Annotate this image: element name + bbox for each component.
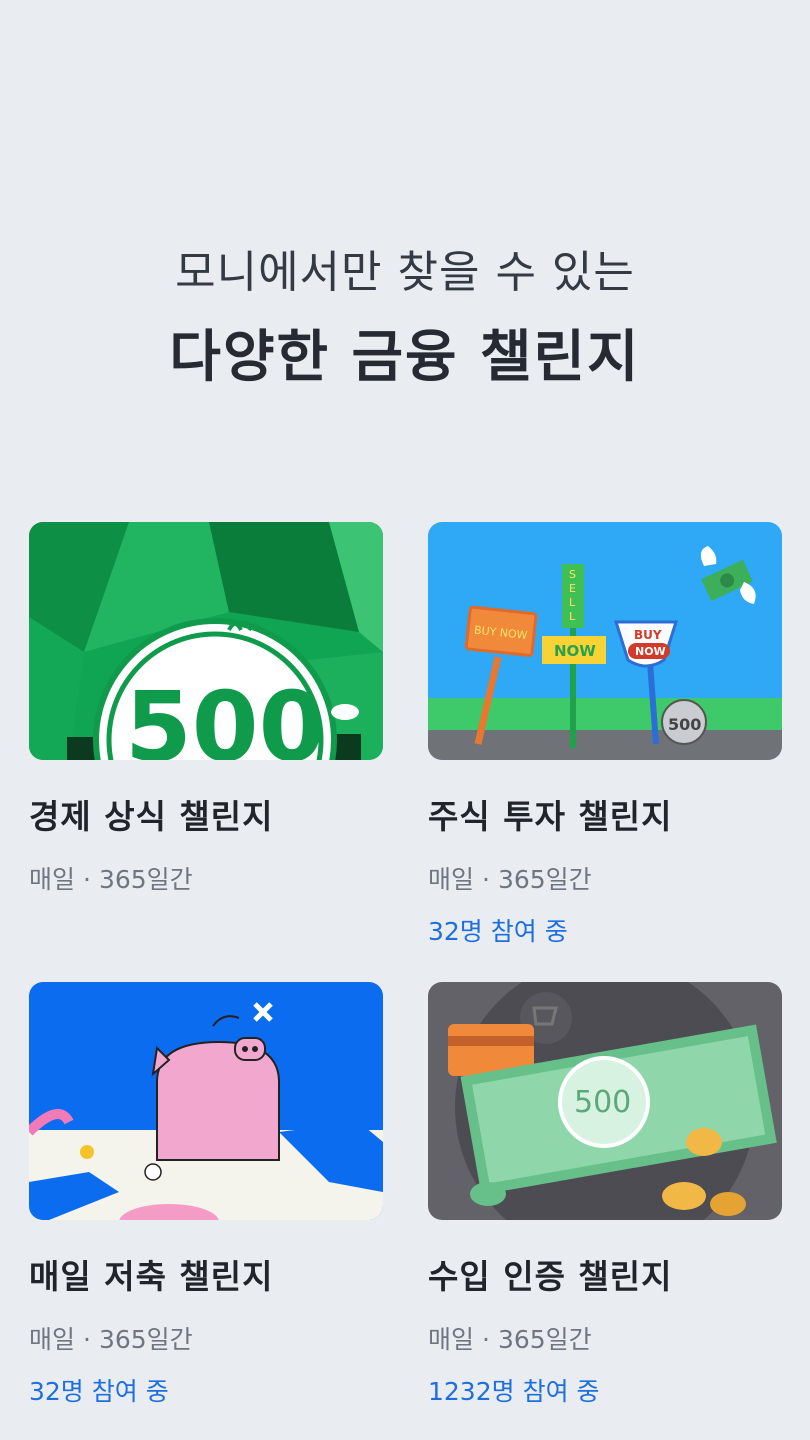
meta-separator: · (83, 1325, 91, 1354)
svg-text:E: E (569, 582, 576, 595)
svg-text:L: L (569, 596, 576, 609)
challenge-duration: 365일간 (497, 865, 592, 894)
challenge-title: 수입 인증 챌린지 (428, 1257, 673, 1296)
challenge-thumbnail-income: 500 (428, 982, 782, 1220)
challenge-meta: 매일 · 365일간 (428, 860, 782, 896)
challenge-frequency: 매일 (29, 865, 76, 894)
challenge-participants: 1232명 참여 중 (428, 1377, 600, 1406)
svg-text:S: S (569, 568, 576, 581)
challenge-thumbnail-economy: 500 (29, 522, 383, 760)
challenge-card-stock[interactable]: BUY NOW S E L L NOW BUY NOW 500 주식 투자 챌린… (428, 522, 782, 948)
challenge-meta: 매일 · 365일간 (428, 1320, 782, 1356)
challenge-participants: 32명 참여 중 (428, 917, 568, 946)
challenge-duration: 365일간 (497, 1325, 592, 1354)
page-subtitle: 모니에서만 찾을 수 있는 (175, 247, 635, 298)
now-sign-text: NOW (554, 642, 596, 660)
challenge-thumbnail-stock: BUY NOW S E L L NOW BUY NOW 500 (428, 522, 782, 760)
challenge-frequency: 매일 (428, 1325, 475, 1354)
challenge-title: 경제 상식 챌린지 (29, 797, 274, 836)
challenge-frequency: 매일 (428, 865, 475, 894)
challenge-title: 매일 저축 챌린지 (29, 1257, 274, 1296)
meta-separator: · (83, 865, 91, 894)
challenge-card-income[interactable]: 500 수입 인증 챌린지 매일 · 365일간 1232명 참여 중 (428, 982, 782, 1408)
meta-separator: · (482, 1325, 490, 1354)
svg-text:L: L (569, 610, 576, 623)
challenge-card-economy[interactable]: 500 경제 상식 챌린지 매일 · 365일간 (29, 522, 383, 912)
coin-500-text: 500 (125, 671, 325, 760)
challenge-duration: 365일간 (98, 1325, 193, 1354)
challenge-participants: 32명 참여 중 (29, 1377, 169, 1406)
coin-500-text: 500 (574, 1085, 631, 1120)
challenge-frequency: 매일 (29, 1325, 76, 1354)
challenge-title: 주식 투자 챌린지 (428, 797, 673, 836)
challenge-meta: 매일 · 365일간 (29, 1320, 383, 1356)
now2-sign-text: NOW (635, 645, 666, 658)
challenge-thumbnail-savings (29, 982, 383, 1220)
challenge-card-savings[interactable]: 매일 저축 챌린지 매일 · 365일간 32명 참여 중 (29, 982, 383, 1408)
challenge-meta: 매일 · 365일간 (29, 860, 383, 896)
page-title: 다양한 금융 챌린지 (169, 325, 641, 390)
buy-sign-text: BUY (634, 628, 662, 642)
meta-separator: · (482, 865, 490, 894)
coin-500-text: 500 (668, 715, 701, 734)
challenge-duration: 365일간 (98, 865, 193, 894)
